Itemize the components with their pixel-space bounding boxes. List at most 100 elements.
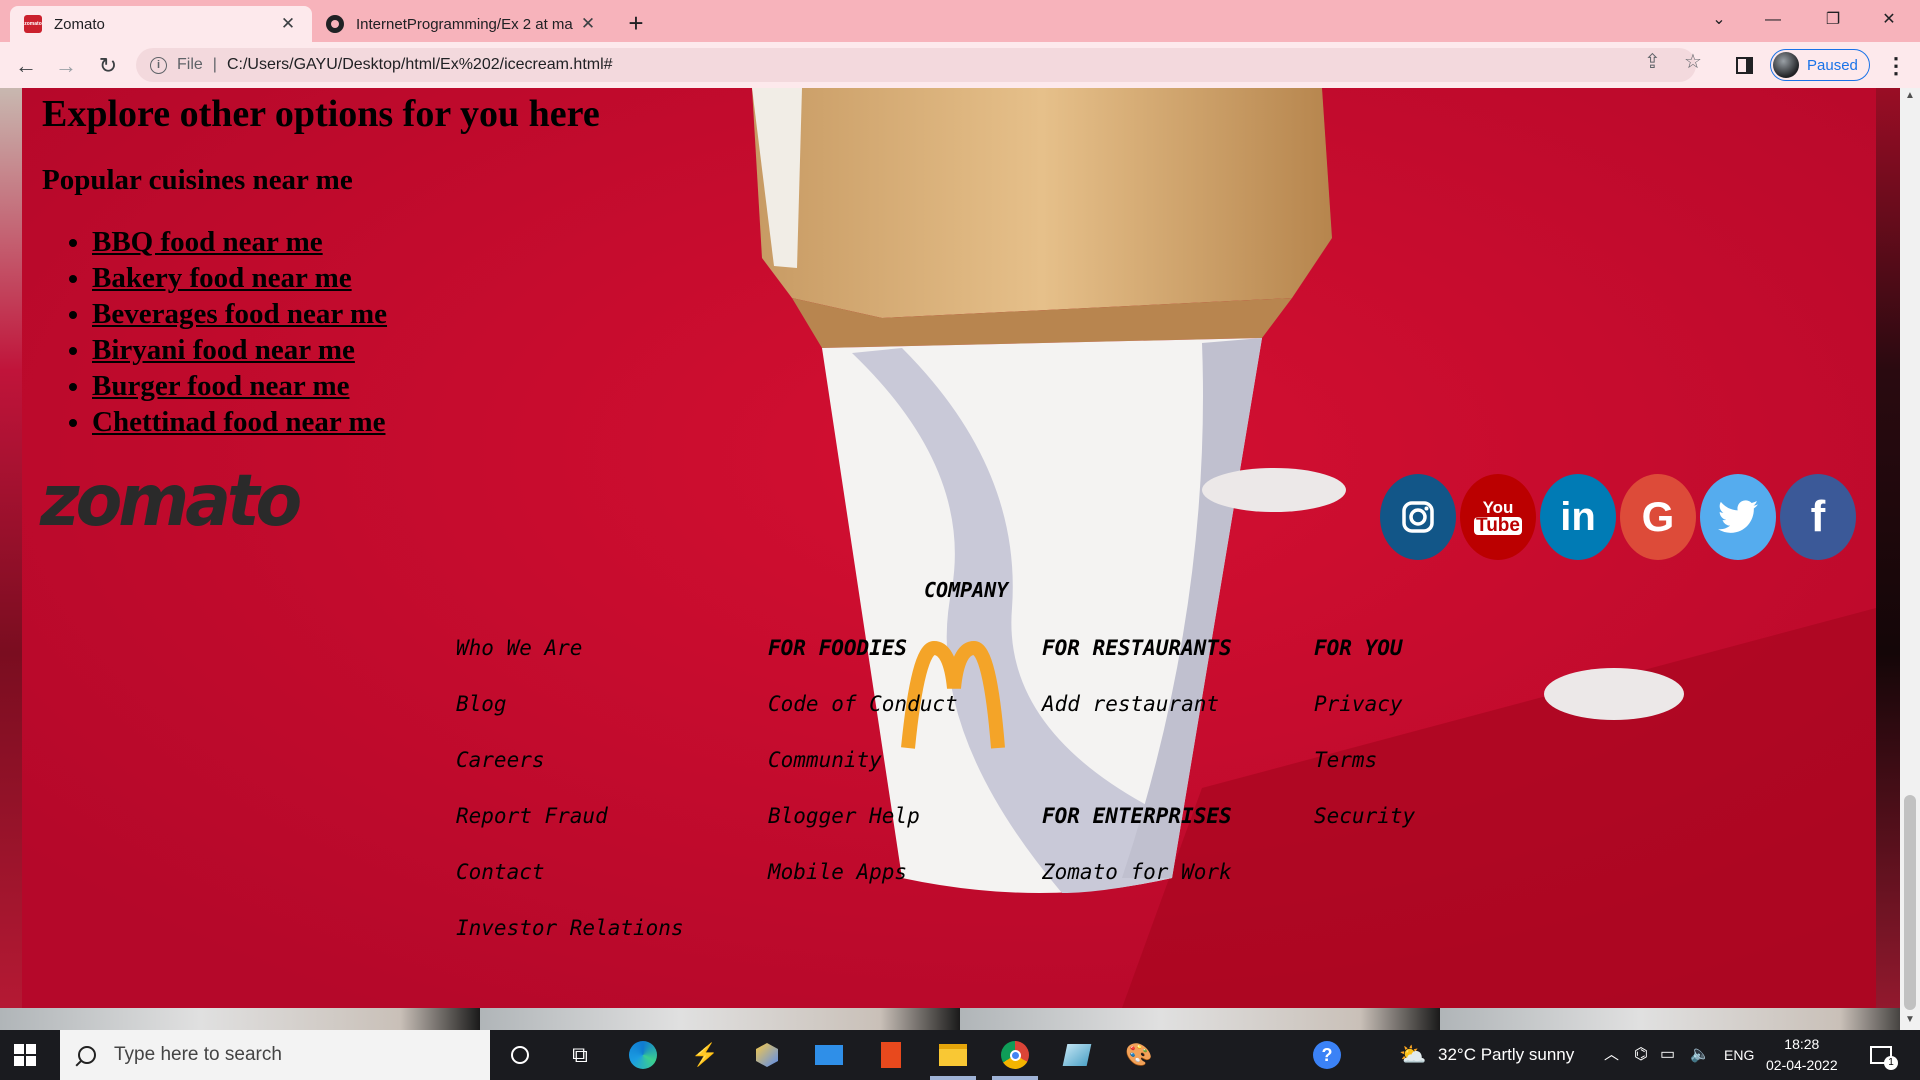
footer-link[interactable]: Report Fraud (456, 804, 684, 860)
tab-strip: zomato Zomato ✕ InternetProgramming/Ex 2… (0, 0, 1920, 42)
zomato-logo[interactable]: zomato (40, 460, 302, 543)
footer-link[interactable]: Zomato for Work (1042, 860, 1232, 916)
cuisine-link[interactable]: Burger food near me (92, 370, 349, 402)
tab-search-chevron-icon[interactable]: ⌄ (1696, 4, 1742, 36)
tab-github[interactable]: InternetProgramming/Ex 2 at ma ✕ (312, 6, 608, 42)
system-clock[interactable]: 18:28 02-04-2022 (1766, 1034, 1838, 1076)
search-icon (78, 1046, 96, 1064)
footer-column-for-you: FOR YOU Privacy Terms Security (1314, 636, 1415, 860)
app-notes-icon[interactable] (1062, 1040, 1092, 1070)
close-tab-icon[interactable]: ✕ (276, 14, 300, 34)
cuisine-link[interactable]: Beverages food near me (92, 298, 387, 330)
list-item: Biryani food near me (92, 332, 387, 368)
office-icon[interactable] (876, 1040, 906, 1070)
more-menu-icon[interactable]: ⋮ (1884, 50, 1908, 82)
content-panel: Explore other options for you here Popul… (22, 88, 1876, 1008)
task-view-icon[interactable]: ⧉ (565, 1040, 595, 1070)
bookmark-star-icon[interactable]: ☆ (1684, 49, 1702, 74)
footer-section-header: FOR YOU (1314, 636, 1403, 660)
windows-start-icon[interactable] (14, 1044, 36, 1066)
youtube-label-bottom: Tube (1474, 515, 1522, 536)
language-indicator[interactable]: ENG (1724, 1030, 1754, 1080)
mail-icon[interactable] (814, 1040, 844, 1070)
tab-zomato[interactable]: zomato Zomato ✕ (10, 6, 312, 42)
youtube-icon[interactable]: You Tube (1460, 474, 1536, 560)
background-image-edge (0, 1008, 1900, 1030)
footer-column-restaurants: FOR RESTAURANTS Add restaurant FOR ENTER… (1042, 636, 1232, 916)
back-arrow-icon[interactable]: ← (10, 50, 42, 82)
footer-link[interactable]: Careers (456, 748, 684, 804)
help-icon[interactable]: ? (1312, 1040, 1342, 1070)
cortana-icon[interactable] (505, 1040, 535, 1070)
scrollbar-thumb[interactable] (1904, 795, 1916, 1010)
footer-link[interactable]: Mobile Apps (768, 860, 958, 916)
minimize-icon[interactable]: — (1750, 4, 1796, 36)
chrome-icon[interactable] (1000, 1040, 1030, 1070)
page-scrollbar[interactable]: ▲ ▼ (1900, 88, 1920, 1030)
social-links: You Tube in G f (1380, 474, 1860, 560)
footer-link[interactable]: Add restaurant (1042, 692, 1232, 748)
meet-now-icon[interactable]: ⌬ (1634, 1030, 1648, 1080)
list-item: Beverages food near me (92, 296, 387, 332)
search-placeholder: Type here to search (114, 1044, 282, 1065)
background-image-edge (1876, 88, 1900, 1030)
cuisine-link[interactable]: Biryani food near me (92, 334, 355, 366)
footer-link[interactable]: Blogger Help (768, 804, 958, 860)
background-image-edge (0, 88, 22, 1030)
facebook-icon[interactable]: f (1780, 474, 1856, 560)
profile-status-label: Paused (1807, 56, 1858, 74)
reload-icon[interactable]: ↻ (92, 50, 124, 82)
file-explorer-icon[interactable] (938, 1040, 968, 1070)
footer-section-header: FOR ENTERPRISES (1042, 804, 1232, 828)
cuisine-link[interactable]: Chettinad food near me (92, 406, 385, 438)
app-cube-icon[interactable] (752, 1040, 782, 1070)
footer-link[interactable]: Security (1314, 804, 1415, 860)
footer-link[interactable]: Privacy (1314, 692, 1415, 748)
page-viewport: Explore other options for you here Popul… (0, 88, 1920, 1030)
popular-cuisines-heading: Popular cuisines near me (42, 164, 353, 196)
cuisine-link[interactable]: Bakery food near me (92, 262, 352, 294)
weather-icon[interactable]: ⛅ (1398, 1040, 1428, 1070)
instagram-icon[interactable] (1380, 474, 1456, 560)
footer-section-header: FOR FOODIES (768, 636, 908, 660)
cuisine-link[interactable]: BBQ food near me (92, 226, 323, 258)
window-close-icon[interactable]: ✕ (1866, 4, 1912, 36)
browser-toolbar: ← → ↻ i File | C:/Users/GAYU/Desktop/htm… (0, 42, 1920, 88)
close-tab-icon[interactable]: ✕ (576, 14, 600, 34)
share-icon[interactable]: ⇪ (1644, 49, 1661, 74)
paint-icon[interactable]: 🎨 (1124, 1040, 1154, 1070)
linkedin-icon[interactable]: in (1540, 474, 1616, 560)
url-scheme-label: File (177, 56, 203, 73)
volume-icon[interactable]: 🔈 (1690, 1030, 1710, 1080)
footer-link[interactable]: Investor Relations (456, 916, 684, 972)
running-indicator (992, 1076, 1038, 1080)
taskbar-search-box[interactable]: Type here to search (60, 1030, 490, 1080)
google-icon[interactable]: G (1620, 474, 1696, 560)
scroll-down-arrow-icon[interactable]: ▼ (1900, 1014, 1920, 1025)
page-heading: Explore other options for you here (42, 93, 600, 135)
avatar (1773, 52, 1799, 78)
restore-icon[interactable]: ❐ (1810, 4, 1856, 36)
forward-arrow-icon[interactable]: → (50, 50, 82, 82)
url-text[interactable]: C:/Users/GAYU/Desktop/html/Ex%202/icecre… (227, 56, 613, 74)
footer-link[interactable]: Who We Are (456, 636, 684, 692)
scroll-up-arrow-icon[interactable]: ▲ (1900, 90, 1920, 101)
app-lightning-icon[interactable]: ⚡ (690, 1040, 720, 1070)
footer-company-heading: COMPANY (924, 578, 1009, 602)
info-icon[interactable]: i (150, 56, 167, 74)
footer-link[interactable]: Code of Conduct (768, 692, 958, 748)
side-panel-icon[interactable] (1736, 57, 1753, 74)
footer-link[interactable]: Blog (456, 692, 684, 748)
new-tab-button[interactable]: + (620, 8, 652, 40)
profile-button[interactable]: Paused (1770, 49, 1870, 81)
notification-center-icon[interactable]: 1 (1866, 1040, 1898, 1070)
footer-link[interactable]: Terms (1314, 748, 1415, 804)
weather-text[interactable]: 32°C Partly sunny (1438, 1030, 1574, 1080)
show-hidden-icons-chevron-icon[interactable]: ︿ (1604, 1030, 1619, 1080)
twitter-icon[interactable] (1700, 474, 1776, 560)
footer-link[interactable]: Contact (456, 860, 684, 916)
edge-browser-icon[interactable] (628, 1040, 658, 1070)
footer-link[interactable]: Community (768, 748, 958, 804)
address-bar[interactable]: i File | C:/Users/GAYU/Desktop/html/Ex%2… (136, 48, 1696, 82)
battery-icon[interactable]: ▭ (1660, 1030, 1675, 1080)
